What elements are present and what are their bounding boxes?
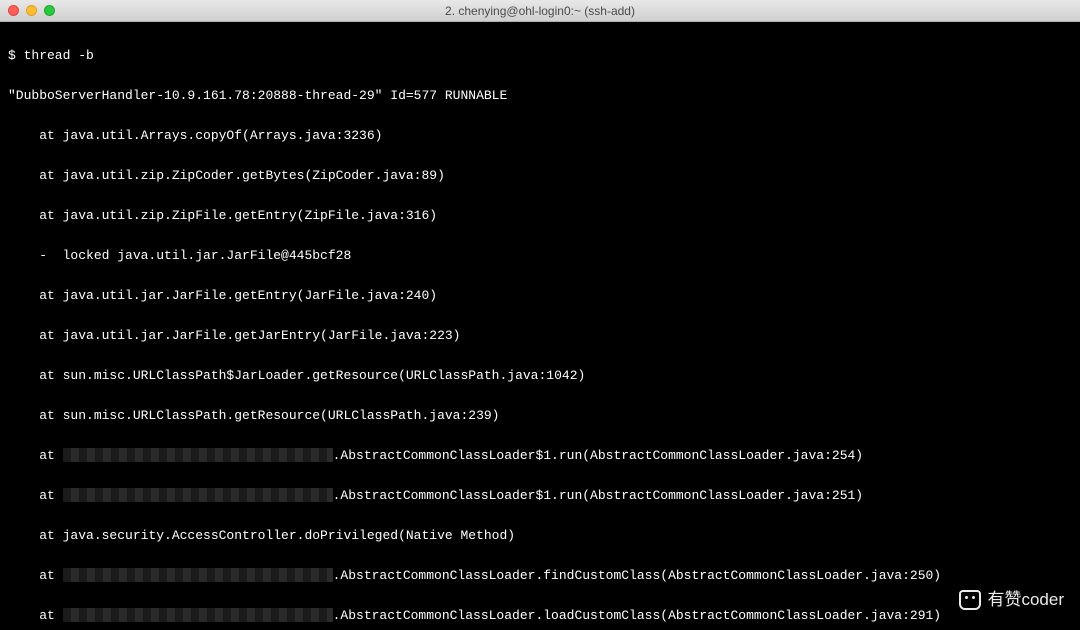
redacted-segment	[63, 488, 333, 502]
stack-line-redacted: at .AbstractCommonClassLoader.loadCustom…	[8, 606, 1080, 626]
prompt-line: $ thread -b	[8, 46, 1080, 66]
thread-header: "DubboServerHandler-10.9.161.78:20888-th…	[8, 86, 1080, 106]
traffic-lights	[8, 5, 55, 16]
stack-line: at java.util.Arrays.copyOf(Arrays.java:3…	[8, 126, 1080, 146]
redacted-segment	[63, 448, 333, 462]
stack-line: at java.util.zip.ZipCoder.getBytes(ZipCo…	[8, 166, 1080, 186]
window-title-bar: 2. chenying@ohl-login0:~ (ssh-add)	[0, 0, 1080, 22]
stack-line: at sun.misc.URLClassPath.getResource(URL…	[8, 406, 1080, 426]
watermark: 有赞coder	[959, 590, 1064, 610]
close-icon[interactable]	[8, 5, 19, 16]
window-title: 2. chenying@ohl-login0:~ (ssh-add)	[0, 4, 1080, 18]
stack-line: - locked java.util.jar.JarFile@445bcf28	[8, 246, 1080, 266]
watermark-text: 有赞coder	[987, 590, 1064, 610]
stack-line-redacted: at .AbstractCommonClassLoader$1.run(Abst…	[8, 446, 1080, 466]
redacted-segment	[63, 568, 333, 582]
stack-line: at java.util.zip.ZipFile.getEntry(ZipFil…	[8, 206, 1080, 226]
stack-line-redacted: at .AbstractCommonClassLoader$1.run(Abst…	[8, 486, 1080, 506]
wechat-icon	[959, 590, 981, 610]
stack-line: at java.util.jar.JarFile.getJarEntry(Jar…	[8, 326, 1080, 346]
minimize-icon[interactable]	[26, 5, 37, 16]
stack-line: at java.util.jar.JarFile.getEntry(JarFil…	[8, 286, 1080, 306]
maximize-icon[interactable]	[44, 5, 55, 16]
stack-line-redacted: at .AbstractCommonClassLoader.findCustom…	[8, 566, 1080, 586]
terminal-output[interactable]: $ thread -b "DubboServerHandler-10.9.161…	[0, 22, 1080, 630]
stack-line: at sun.misc.URLClassPath$JarLoader.getRe…	[8, 366, 1080, 386]
redacted-segment	[63, 608, 333, 622]
stack-line: at java.security.AccessController.doPriv…	[8, 526, 1080, 546]
